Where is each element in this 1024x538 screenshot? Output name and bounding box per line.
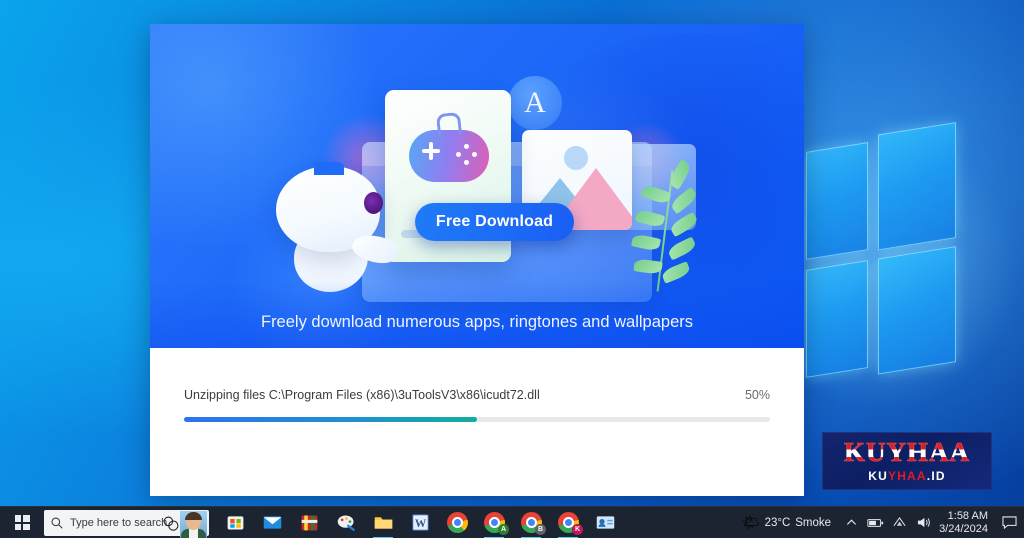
cortana-icon[interactable] — [162, 515, 179, 532]
taskbar-app-icons: W A B K — [217, 507, 623, 538]
banner-tagline: Freely download numerous apps, ringtones… — [260, 313, 693, 331]
taskbar: Type here to search W A B K 🌤 23°C Smoke… — [0, 506, 1024, 538]
chrome-profile-badge: K — [572, 523, 583, 535]
photo-sun — [564, 146, 588, 170]
store-icon — [227, 516, 243, 530]
battery-icon — [866, 518, 883, 527]
battery-button[interactable] — [863, 507, 887, 538]
appstore-glyph: A — [524, 86, 546, 119]
weather-widget[interactable]: 🌤 23°C Smoke — [734, 514, 839, 531]
gamepad-icon — [409, 130, 489, 182]
windows-logo — [806, 122, 956, 382]
watermark-sub-accent: YHAA — [887, 469, 927, 483]
system-tray: 🌤 23°C Smoke 1:58 AM 3/24/2024 — [734, 507, 1024, 538]
gamepad-buttons — [456, 144, 478, 166]
folder-icon — [374, 517, 392, 529]
installer-dialog: A Free Download Freely download numerous… — [150, 24, 804, 496]
action-center-icon — [1001, 515, 1017, 529]
word-icon: W — [411, 514, 429, 531]
watermark-sub-suffix: .ID — [926, 469, 946, 483]
installer-banner: A Free Download Freely download numerous… — [150, 24, 804, 348]
search-placeholder: Type here to search — [70, 516, 168, 529]
winrar-icon — [301, 515, 317, 531]
mascot-eye — [364, 192, 383, 214]
taskbar-item-microsoft-store[interactable] — [217, 507, 253, 538]
mail-icon — [263, 516, 281, 529]
weather-condition: Smoke — [795, 516, 832, 529]
taskbar-item-file-explorer[interactable] — [365, 507, 401, 538]
mascot-top — [314, 162, 344, 175]
volume-icon — [917, 517, 930, 528]
taskbar-item-word[interactable]: W — [402, 507, 438, 538]
taskbar-item-paint[interactable] — [328, 507, 364, 538]
chrome-icon — [446, 512, 468, 533]
watermark-subtitle: KUYHAA.ID — [868, 469, 945, 483]
clock-date: 3/24/2024 — [939, 522, 988, 535]
progress-percent-label: 50% — [744, 388, 770, 402]
volume-button[interactable] — [911, 507, 935, 538]
watermark-sub-prefix: KU — [868, 469, 888, 483]
avatar[interactable] — [180, 510, 207, 538]
progress-status-text: Unzipping files C:\Program Files (x86)\3… — [184, 388, 540, 402]
dolphin-mascot — [268, 162, 401, 294]
show-hidden-icons-button[interactable] — [839, 507, 863, 538]
taskbar-item-chrome-profile-b[interactable]: B — [513, 507, 549, 538]
appstore-icon: A — [508, 76, 562, 130]
taskbar-item-chrome[interactable] — [439, 507, 475, 538]
search-icon — [51, 517, 63, 529]
contacts-icon — [596, 516, 614, 529]
wifi-icon — [893, 516, 906, 527]
leaf-branch — [620, 159, 710, 296]
progress-bar-track — [184, 417, 770, 422]
taskbar-item-contacts[interactable] — [587, 507, 623, 538]
installer-body: Unzipping files C:\Program Files (x86)\3… — [150, 348, 804, 496]
gamepad-dpad — [422, 142, 440, 160]
taskbar-item-chrome-profile-k[interactable]: K — [550, 507, 586, 538]
clock-time: 1:58 AM — [947, 510, 988, 523]
progress-status-row: Unzipping files C:\Program Files (x86)\3… — [184, 388, 770, 402]
start-button[interactable] — [0, 507, 44, 538]
chrome-profile-badge: A — [498, 523, 509, 535]
action-center-button[interactable] — [996, 507, 1022, 538]
network-button[interactable] — [887, 507, 911, 538]
weather-haze-icon: 🌤 — [741, 514, 760, 530]
taskbar-item-mail[interactable] — [254, 507, 290, 538]
clock[interactable]: 1:58 AM 3/24/2024 — [935, 510, 996, 535]
progress-bar-fill — [184, 417, 477, 422]
windows-logo-icon — [14, 515, 30, 530]
watermark-title: KUYHAA — [844, 437, 970, 467]
search-input[interactable]: Type here to search — [44, 509, 209, 538]
chrome-profile-badge: B — [535, 523, 546, 535]
taskbar-item-chrome-profile-a[interactable]: A — [476, 507, 512, 538]
paint-icon — [337, 515, 355, 532]
taskbar-item-winrar[interactable] — [291, 507, 327, 538]
svg-text:W: W — [414, 518, 426, 530]
chevron-up-icon — [846, 519, 856, 525]
kuyhaa-watermark: KUYHAA KUYHAA.ID — [822, 432, 992, 490]
weather-temperature: 23°C — [764, 516, 791, 529]
free-download-button[interactable]: Free Download — [415, 203, 574, 241]
